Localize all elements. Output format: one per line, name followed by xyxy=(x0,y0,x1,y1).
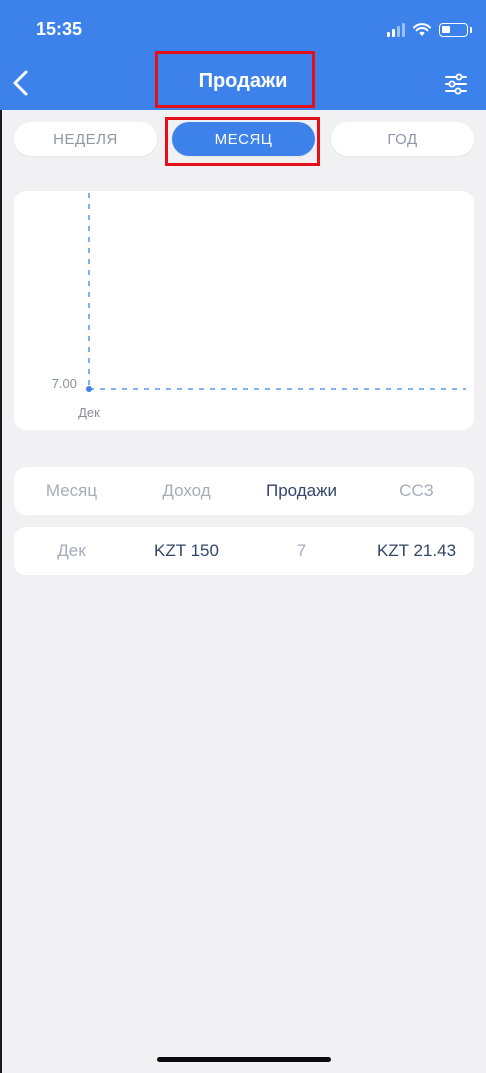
status-time: 15:35 xyxy=(36,19,83,39)
sliders-icon[interactable] xyxy=(444,72,468,96)
y-tick-label: 7.00 xyxy=(52,376,77,391)
cell-month: Дек xyxy=(57,541,86,560)
table-row: Дек KZT 150 7 KZT 21.43 xyxy=(14,527,474,575)
tab-highlight-box xyxy=(165,117,320,166)
tab-year[interactable]: ГОД xyxy=(331,122,474,156)
table-header: Месяц Доход Продажи ССЗ xyxy=(14,467,474,515)
title-highlight-box xyxy=(155,51,315,108)
column-header-income: Доход xyxy=(162,481,211,500)
x-tick-label: Дек xyxy=(78,405,100,420)
cell-sales: 7 xyxy=(296,541,307,560)
status-icons xyxy=(387,21,472,39)
chart-svg: 7.00Дек xyxy=(52,193,466,420)
battery-icon xyxy=(439,23,472,37)
cellular-signal-icon xyxy=(387,23,405,37)
wifi-icon xyxy=(413,23,431,36)
cell-income: KZT 150 xyxy=(154,541,219,560)
sales-chart: 7.00 Дек xyxy=(14,191,474,430)
column-header-avg: ССЗ xyxy=(399,481,434,500)
frame-edge xyxy=(0,0,2,1073)
tab-week[interactable]: НЕДЕЛЯ xyxy=(14,122,157,156)
cell-avg: KZT 21.43 xyxy=(376,541,457,560)
column-header-month: Месяц xyxy=(45,481,98,500)
home-indicator xyxy=(157,1057,331,1062)
data-point xyxy=(86,386,92,392)
column-header-sales[interactable]: Продажи xyxy=(244,481,359,501)
